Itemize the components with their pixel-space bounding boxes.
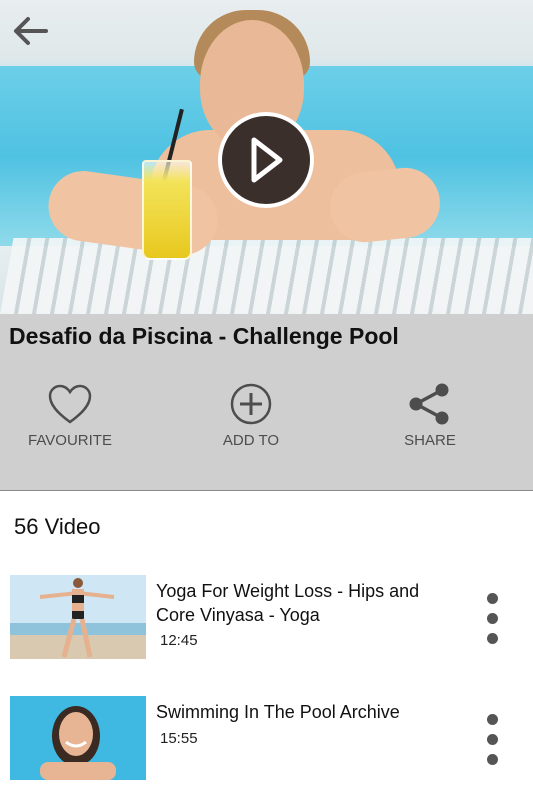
- more-options-icon[interactable]: [486, 593, 500, 653]
- video-item-duration: 12:45: [160, 632, 198, 649]
- share-button[interactable]: SHARE: [370, 382, 490, 449]
- more-options-icon[interactable]: [486, 714, 500, 774]
- favourite-label: FAVOURITE: [28, 432, 112, 449]
- video-thumbnail[interactable]: [10, 696, 146, 780]
- add-to-button[interactable]: ADD TO: [191, 382, 311, 449]
- favourite-button[interactable]: FAVOURITE: [10, 382, 130, 449]
- list-item[interactable]: Yoga For Weight Loss - Hips and Core Vin…: [0, 575, 533, 671]
- video-title: Desafio da Piscina - Challenge Pool: [9, 323, 399, 349]
- pool-edge: [0, 238, 533, 314]
- video-item-duration: 15:55: [160, 730, 198, 747]
- plus-circle-icon: [230, 383, 272, 425]
- play-button[interactable]: [218, 112, 314, 208]
- share-label: SHARE: [404, 432, 456, 449]
- video-item-title[interactable]: Yoga For Weight Loss - Hips and Core Vin…: [156, 579, 456, 627]
- arrow-left-icon[interactable]: [12, 14, 52, 48]
- add-to-label: ADD TO: [222, 432, 280, 449]
- video-item-title[interactable]: Swimming In The Pool Archive: [156, 700, 456, 724]
- list-item[interactable]: Swimming In The Pool Archive 15:55: [0, 696, 533, 792]
- share-icon: [409, 383, 449, 425]
- heart-outline-icon: [48, 384, 92, 424]
- video-thumbnail[interactable]: [10, 575, 146, 659]
- drink-glass: [142, 160, 192, 260]
- play-icon: [251, 137, 283, 183]
- video-count: 56 Video: [14, 514, 101, 539]
- video-hero[interactable]: [0, 0, 533, 314]
